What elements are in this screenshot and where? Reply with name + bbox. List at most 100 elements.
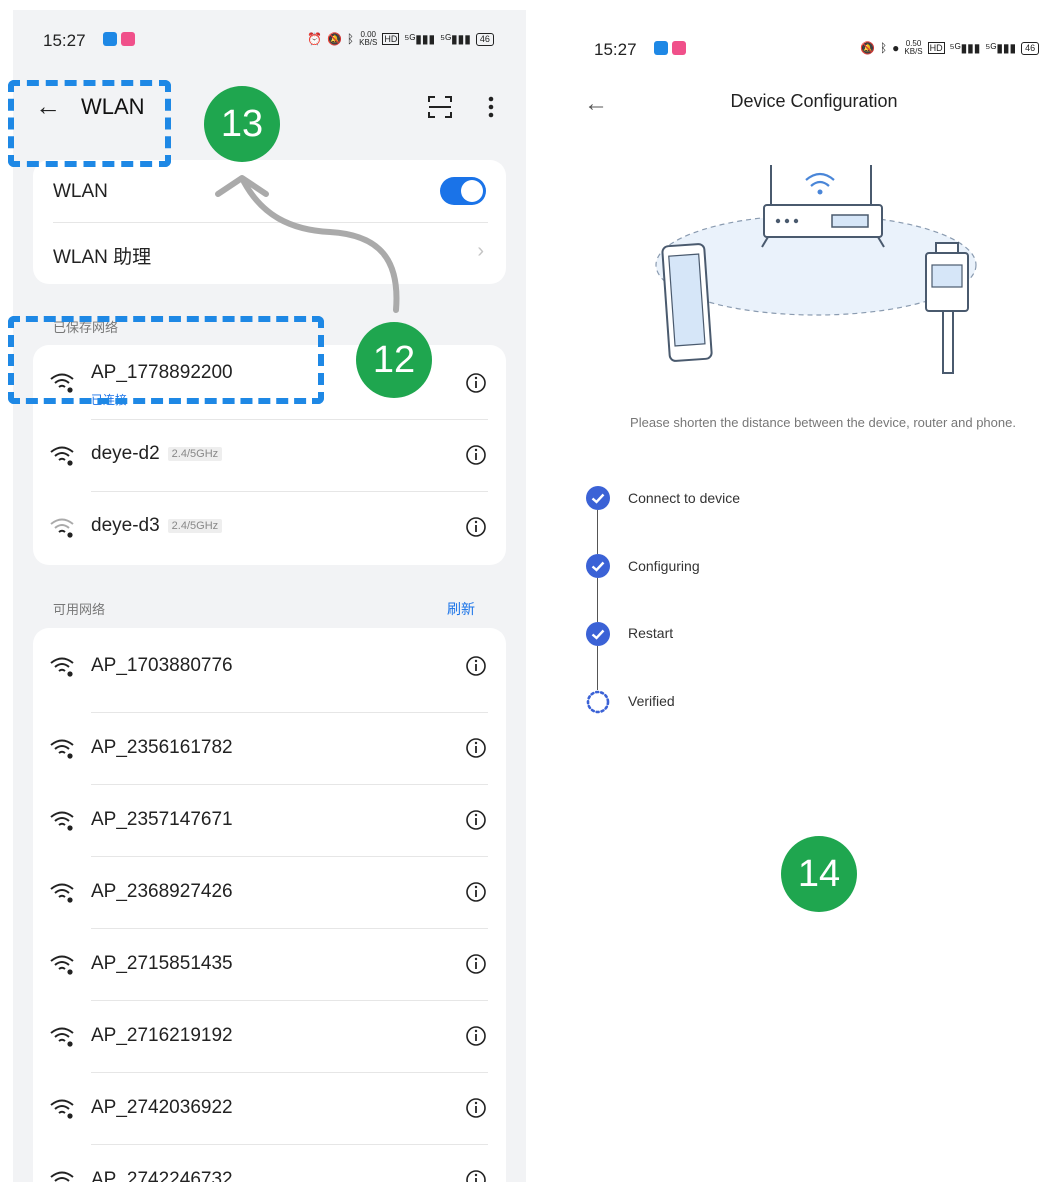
- status-app-icons: [103, 32, 135, 46]
- hd-icon: HD: [382, 33, 400, 45]
- step-label: Connect to device: [628, 490, 741, 506]
- distance-hint: Please shorten the distance between the …: [630, 415, 1016, 430]
- highlight-box-connected-network: [8, 316, 324, 404]
- battery-icon: 46: [475, 32, 494, 46]
- network-name: AP_2356161782: [91, 737, 233, 758]
- more-icon[interactable]: [483, 94, 499, 120]
- available-network-row[interactable]: AP_2742036922: [33, 1072, 506, 1144]
- info-icon[interactable]: [465, 1025, 487, 1047]
- step-badge-12: 12: [356, 322, 432, 398]
- alarm-icon: ⏰: [307, 32, 322, 46]
- step-badge-14: 14: [781, 836, 857, 912]
- wlan-label: WLAN: [53, 181, 108, 202]
- app-notification-icon: [672, 41, 686, 55]
- status-time: 15:27: [43, 31, 86, 50]
- available-network-row[interactable]: AP_2715851435: [33, 928, 506, 1000]
- info-icon[interactable]: [465, 881, 487, 903]
- refresh-link[interactable]: 刷新: [447, 599, 475, 619]
- step-badge-13: 13: [204, 86, 280, 162]
- iot-device-icon: [925, 242, 969, 374]
- status-icons: 🔕 ᛒ ● 0.50 KB/S HD ⁵ᴳ▮▮▮ ⁵ᴳ▮▮▮ 46: [860, 39, 1040, 56]
- network-name: deye-d3 2.4/5GHz: [91, 515, 223, 537]
- network-name: AP_2742036922: [91, 1097, 233, 1118]
- band-badge: 2.4/5GHz: [167, 518, 223, 533]
- chevron-right-icon: ›: [477, 240, 484, 262]
- page-title: Device Configuration: [730, 91, 898, 111]
- network-name: AP_1703880776: [91, 655, 233, 676]
- available-networks-title: 可用网络: [53, 602, 106, 617]
- mute-icon: 🔕: [860, 41, 875, 55]
- step-connector: [597, 578, 598, 622]
- info-icon[interactable]: [465, 737, 487, 759]
- app-notification-icon: [103, 32, 117, 46]
- wifi-icon: [50, 811, 74, 831]
- net-speed: 0.50 KB/S: [904, 39, 923, 56]
- saved-network-row[interactable]: deye-d2 2.4/5GHz: [33, 419, 506, 491]
- wifi-icon: [50, 739, 74, 759]
- step-connector: [597, 646, 598, 690]
- toggle-knob: [461, 180, 483, 202]
- curved-arrow-icon: [215, 175, 400, 313]
- net-speed: 0.00 KB/S: [359, 30, 378, 47]
- signal-icon: ⁵ᴳ▮▮▮: [949, 41, 981, 55]
- bluetooth-icon: ᛒ: [346, 32, 355, 46]
- wifi-icon: [50, 955, 74, 975]
- status-icons: ⏰ 🔕 ᛒ 0.00 KB/S HD ⁵ᴳ▮▮▮ ⁵ᴳ▮▮▮ 46: [307, 31, 494, 47]
- signal-icon: ⁵ᴳ▮▮▮: [440, 32, 471, 46]
- wifi-icon: [50, 883, 74, 903]
- info-icon[interactable]: [465, 953, 487, 975]
- check-circle-icon: [586, 622, 610, 646]
- info-icon[interactable]: [465, 1097, 487, 1119]
- network-name: AP_2715851435: [91, 953, 233, 974]
- signal-icon: ⁵ᴳ▮▮▮: [404, 32, 436, 46]
- available-network-row[interactable]: AP_2368927426: [33, 856, 506, 928]
- available-network-row[interactable]: AP_2742246732: [33, 1144, 506, 1182]
- info-icon[interactable]: [465, 809, 487, 831]
- wifi-icon: [50, 1099, 74, 1119]
- step-label: Verified: [628, 693, 675, 709]
- status-time: 15:27: [594, 40, 637, 59]
- info-icon[interactable]: [465, 655, 487, 677]
- highlight-box-wlan-title: [8, 80, 171, 167]
- network-name: AP_2368927426: [91, 881, 233, 902]
- wifi-icon: [50, 657, 74, 677]
- signal-icon: ⁵ᴳ▮▮▮: [985, 41, 1017, 55]
- wifi-icon: [50, 1027, 74, 1047]
- wlan-toggle[interactable]: [440, 177, 486, 205]
- hd-icon: HD: [927, 42, 945, 54]
- bluetooth-icon: ᛒ: [879, 41, 888, 55]
- info-icon[interactable]: [465, 516, 487, 538]
- loading-spinner-icon: [586, 690, 610, 714]
- location-icon: ●: [892, 41, 900, 55]
- available-network-row[interactable]: AP_2356161782: [33, 712, 506, 784]
- wlan-assistant-label: WLAN 助理: [53, 247, 152, 268]
- saved-network-row[interactable]: deye-d3 2.4/5GHz: [33, 491, 506, 563]
- status-bar: 15:27 🔕 ᛒ ● 0.50 KB/S HD ⁵ᴳ▮▮▮ ⁵ᴳ▮▮▮ 46: [566, 10, 1062, 70]
- mute-icon: 🔕: [326, 32, 342, 46]
- band-badge: 2.4/5GHz: [167, 446, 223, 461]
- step-connector: [597, 510, 598, 554]
- device-configuration-screen: 15:27 🔕 ᛒ ● 0.50 KB/S HD ⁵ᴳ▮▮▮ ⁵ᴳ▮▮▮ 46 ←…: [566, 10, 1062, 1182]
- wifi-weak-icon: [50, 518, 74, 538]
- check-circle-icon: [586, 554, 610, 578]
- network-name: AP_2716219192: [91, 1025, 233, 1046]
- phone-icon: [661, 243, 713, 362]
- wifi-icon: [50, 446, 74, 466]
- step-label: Configuring: [628, 558, 700, 574]
- network-name: deye-d2 2.4/5GHz: [91, 443, 223, 465]
- info-icon[interactable]: [465, 444, 487, 466]
- step-label: Restart: [628, 625, 674, 641]
- available-network-row[interactable]: AP_1703880776: [33, 628, 506, 700]
- network-name: AP_2742246732: [91, 1169, 233, 1182]
- app-notification-icon: [654, 41, 668, 55]
- battery-icon: 46: [1021, 41, 1040, 55]
- status-app-icons: [654, 41, 686, 55]
- available-network-row[interactable]: AP_2357147671: [33, 784, 506, 856]
- scan-icon[interactable]: [427, 94, 453, 120]
- router-phone-device-illustration: [655, 165, 977, 374]
- info-icon[interactable]: [465, 1169, 487, 1182]
- network-name: AP_2357147671: [91, 809, 233, 830]
- info-icon[interactable]: [465, 372, 487, 394]
- check-circle-icon: [586, 486, 610, 510]
- available-network-row[interactable]: AP_2716219192: [33, 1000, 506, 1072]
